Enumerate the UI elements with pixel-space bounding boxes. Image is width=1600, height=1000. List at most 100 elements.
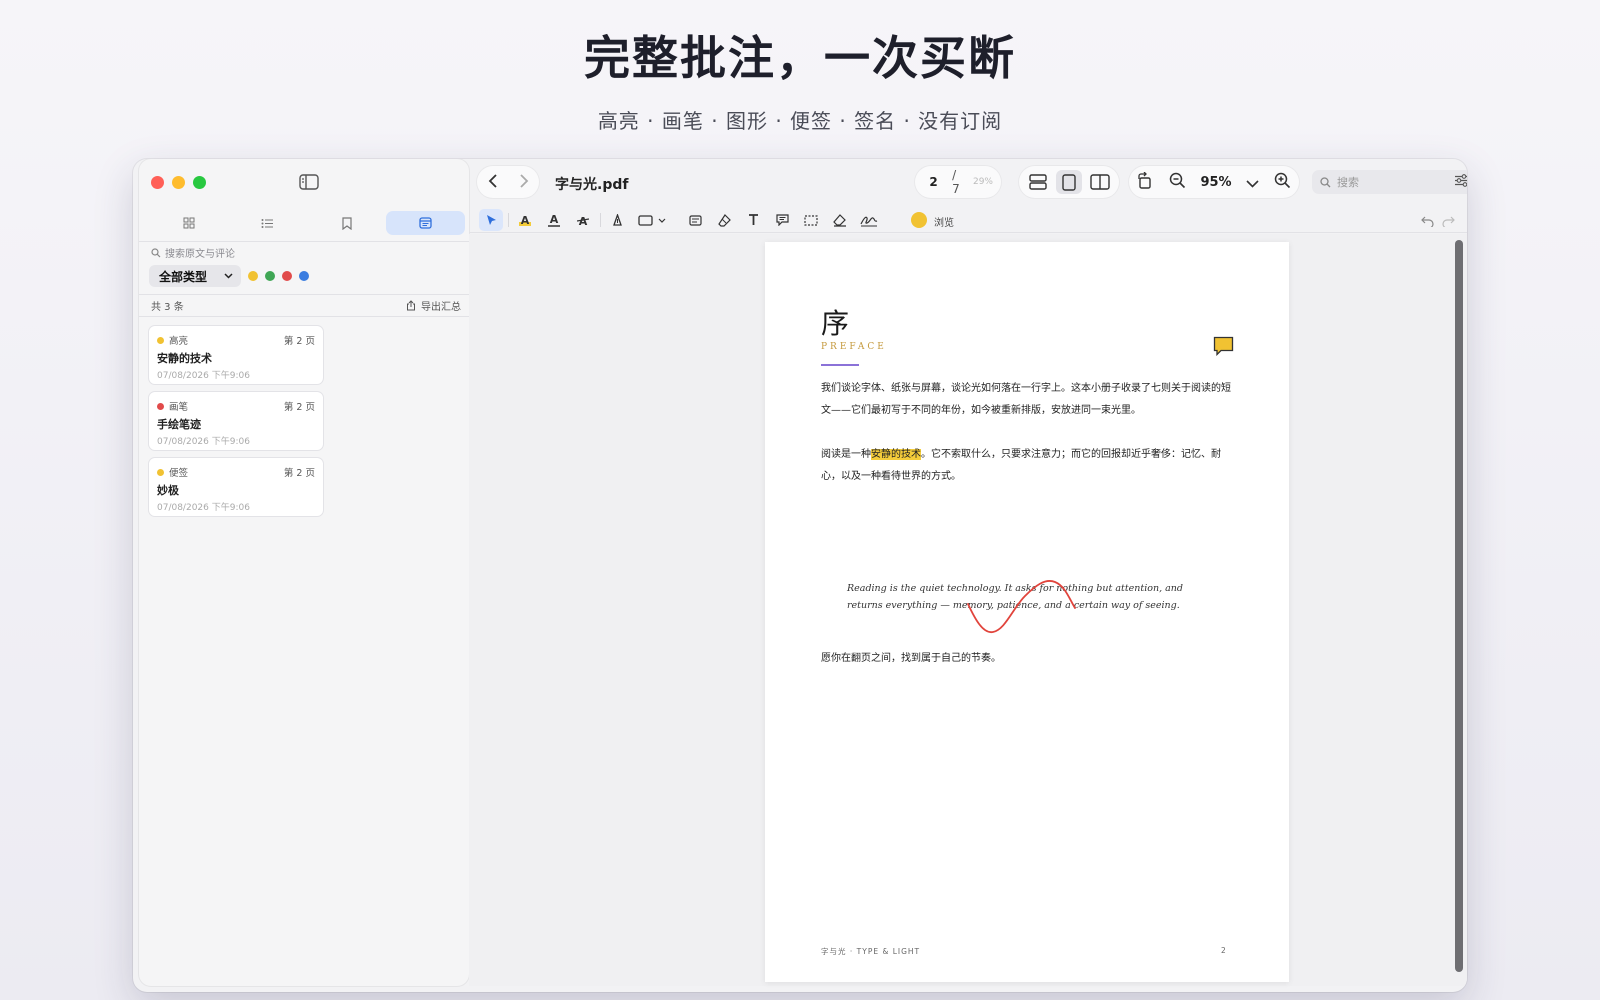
annotation-date: 07/08/2026 下午9:06 — [157, 371, 250, 381]
sliders-icon — [1455, 174, 1467, 187]
text-tool[interactable] — [741, 209, 765, 231]
svg-text:A: A — [521, 214, 530, 227]
annotation-card[interactable]: 便签 第 2 页 妙极 07/08/2026 下午9:06 — [149, 458, 323, 516]
pen-tool[interactable] — [605, 209, 629, 231]
paragraph-2-start: 阅读是一种 — [821, 449, 871, 460]
ink-annotation[interactable] — [965, 574, 1085, 638]
page-number-input[interactable]: 2 — [923, 175, 944, 189]
window-controls — [151, 176, 206, 189]
strikethrough-tool[interactable]: A — [571, 209, 595, 231]
eraser-clear-icon — [833, 213, 846, 227]
sticky-note-annotation[interactable] — [1213, 336, 1234, 360]
zoom-in-button[interactable] — [1274, 172, 1291, 193]
speech-bubble-icon — [775, 214, 789, 226]
tab-bookmarks[interactable] — [307, 211, 386, 235]
tab-thumbnails[interactable] — [149, 211, 228, 235]
undo-button[interactable] — [1421, 212, 1434, 231]
filter-row: 全部类型 — [149, 265, 309, 287]
annotation-color-dot — [157, 468, 164, 476]
document-viewport[interactable]: 序 PREFACE 我们谈论字体、纸张与屏幕，谈论光如何落在一行字上。这本小册子… — [469, 234, 1467, 986]
undo-icon — [1421, 216, 1434, 229]
select-tool[interactable] — [479, 209, 503, 231]
chevron-down-icon — [1246, 179, 1259, 188]
title-rule — [821, 364, 859, 366]
annotation-text: 妙极 — [157, 484, 179, 497]
tab-annotations[interactable] — [386, 211, 465, 235]
eraser-tool[interactable] — [712, 209, 736, 231]
close-window-button[interactable] — [151, 176, 164, 189]
file-name: 字与光.pdf — [555, 177, 629, 193]
tab-outline[interactable] — [228, 211, 307, 235]
redo-button[interactable] — [1442, 212, 1455, 231]
forward-button[interactable] — [519, 173, 529, 192]
zoom-out-icon — [1169, 172, 1185, 188]
search-options-button[interactable] — [1454, 174, 1467, 190]
strikethrough-text-icon: A — [577, 215, 589, 227]
color-filter-blue[interactable] — [299, 271, 309, 281]
hero-title: 完整批注，一次买断 — [584, 31, 1016, 85]
clear-tool[interactable] — [828, 209, 852, 231]
zoom-in-icon — [1274, 172, 1291, 188]
annotation-color-dot — [157, 336, 164, 344]
color-picker-button[interactable] — [911, 212, 927, 228]
toolbar-separator — [600, 213, 601, 227]
vertical-scrollbar[interactable] — [1455, 240, 1463, 972]
annotation-card[interactable]: 高亮 第 2 页 安静的技术 07/08/2026 下午9:06 — [149, 326, 323, 384]
signature-tool[interactable] — [857, 209, 881, 231]
back-button[interactable] — [488, 173, 498, 192]
type-filter-select[interactable]: 全部类型 — [149, 265, 241, 287]
annotation-card[interactable]: 画笔 第 2 页 手绘笔迹 07/08/2026 下午9:06 — [149, 392, 323, 450]
sidebar-tabs — [149, 211, 465, 235]
divider — [139, 241, 469, 242]
zoom-menu-button[interactable] — [1246, 173, 1259, 192]
chevron-right-icon — [519, 173, 528, 188]
redo-icon — [1442, 216, 1455, 229]
navigation-pill — [477, 166, 539, 198]
search-placeholder: 搜索 — [1337, 176, 1359, 189]
note-tool[interactable] — [770, 209, 794, 231]
closing-line: 愿你在翻页之间，找到属于自己的节奏。 — [821, 653, 1001, 664]
continuous-layout-button[interactable] — [1025, 170, 1051, 194]
zoom-level[interactable]: 95% — [1200, 175, 1231, 190]
app-window: 搜索原文与评论 全部类型 共 3 条 导出汇总 高亮 第 2 页 安静的技术 0… — [133, 159, 1467, 992]
annotation-page: 第 2 页 — [283, 336, 315, 347]
color-filter-green[interactable] — [265, 271, 275, 281]
shape-tool[interactable] — [633, 209, 657, 231]
text-box-tool[interactable] — [683, 209, 707, 231]
underline-tool[interactable]: A — [542, 209, 566, 231]
divider — [139, 294, 469, 295]
minimize-window-button[interactable] — [172, 176, 185, 189]
highlight-tool[interactable]: A — [513, 209, 537, 231]
annotation-text: 安静的技术 — [157, 352, 212, 365]
cursor-arrow-icon — [486, 214, 496, 225]
export-summary-button[interactable]: 导出汇总 — [406, 298, 461, 313]
single-page-layout-button[interactable] — [1055, 170, 1082, 194]
area-select-tool[interactable] — [799, 209, 823, 231]
undo-redo — [1421, 212, 1455, 231]
page-total: / 7 — [952, 168, 960, 196]
zoom-out-button[interactable] — [1169, 172, 1186, 193]
annotation-list-icon — [419, 217, 432, 229]
color-filter-red[interactable] — [282, 271, 292, 281]
top-toolbar: 字与光.pdf 2 / 7 29% 95% 搜索 — [469, 159, 1467, 207]
paragraph-1: 我们谈论字体、纸张与屏幕，谈论光如何落在一行字上。这本小册子收录了七则关于阅读的… — [821, 383, 1231, 416]
list-icon — [261, 218, 273, 228]
color-filter-yellow[interactable] — [248, 271, 258, 281]
annotation-search[interactable]: 搜索原文与评论 — [151, 245, 235, 260]
pen-nib-icon — [612, 213, 622, 226]
annotation-date: 07/08/2026 下午9:06 — [157, 503, 250, 513]
page-subtitle: PREFACE — [821, 342, 887, 352]
zoom-window-button[interactable] — [193, 176, 206, 189]
pdf-page[interactable]: 序 PREFACE 我们谈论字体、纸张与屏幕，谈论光如何落在一行字上。这本小册子… — [765, 242, 1289, 982]
layout-pill — [1019, 166, 1119, 198]
page-footer-title: 字与光 · TYPE & LIGHT — [821, 947, 921, 956]
two-page-layout-button[interactable] — [1087, 170, 1113, 194]
search-input[interactable]: 搜索 — [1312, 170, 1467, 194]
rotate-button[interactable] — [1137, 171, 1154, 193]
page-indicator[interactable]: 2 / 7 29% — [915, 166, 1001, 198]
type-filter-value: 全部类型 — [159, 269, 208, 284]
count-row: 共 3 条 导出汇总 — [151, 298, 461, 313]
shape-menu-button[interactable] — [655, 209, 669, 231]
sidebar-toggle-icon[interactable] — [299, 174, 319, 190]
highlight-annotation[interactable]: 安静的技术 — [871, 449, 921, 460]
